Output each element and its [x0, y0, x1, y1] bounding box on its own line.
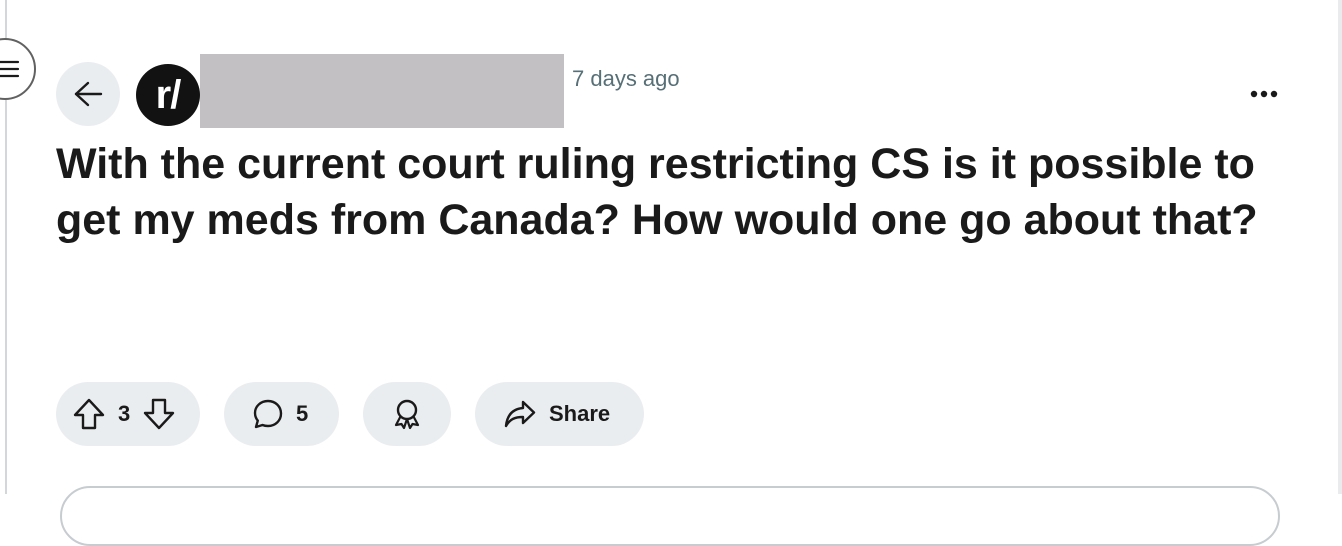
- vote-count: 3: [118, 401, 131, 426]
- subreddit-avatar[interactable]: r/: [136, 64, 200, 126]
- vote-bar: 3: [56, 382, 200, 446]
- arrow-left-icon: [72, 80, 104, 108]
- arrow-down-icon[interactable]: [142, 397, 176, 431]
- post-timestamp: 7 days ago: [572, 66, 680, 91]
- back-button[interactable]: [56, 62, 120, 126]
- hamburger-icon: [0, 59, 20, 79]
- redacted-subreddit-name: [200, 54, 564, 128]
- comment-count: 5: [296, 401, 309, 426]
- subreddit-avatar-text: r/: [155, 72, 182, 117]
- share-button[interactable]: Share: [475, 382, 644, 446]
- more-options-button[interactable]: [1236, 74, 1292, 114]
- arrow-up-icon[interactable]: [72, 397, 106, 431]
- award-icon: [391, 397, 423, 431]
- award-button[interactable]: [363, 382, 451, 446]
- share-arrow-icon: [503, 399, 537, 429]
- comment-input-box[interactable]: [60, 486, 1280, 546]
- scrollbar-track[interactable]: [1338, 0, 1342, 494]
- speech-bubble-icon: [252, 398, 284, 430]
- comments-button[interactable]: 5: [224, 382, 339, 446]
- ellipsis-icon: [1250, 90, 1278, 98]
- post-title: With the current court ruling restrictin…: [56, 140, 1258, 244]
- sidebar-menu-button[interactable]: [0, 38, 36, 100]
- share-label: Share: [549, 401, 611, 426]
